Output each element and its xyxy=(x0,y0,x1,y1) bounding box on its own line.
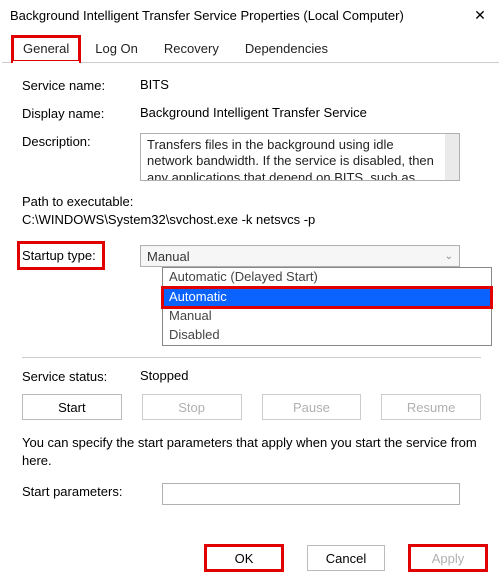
cancel-button[interactable]: Cancel xyxy=(307,545,385,571)
resume-button: Resume xyxy=(381,394,481,420)
divider xyxy=(22,357,481,358)
close-icon[interactable]: ✕ xyxy=(467,7,493,24)
titlebar: Background Intelligent Transfer Service … xyxy=(0,0,501,30)
service-name-label: Service name: xyxy=(22,77,140,93)
dialog-buttons: OK Cancel Apply xyxy=(205,545,487,571)
startup-current-value: Manual xyxy=(147,249,190,264)
dropdown-opt-manual[interactable]: Manual xyxy=(163,307,491,326)
tabs: General Log On Recovery Dependencies xyxy=(2,30,499,63)
tab-dependencies[interactable]: Dependencies xyxy=(234,36,339,62)
content-area: Service name: BITS Display name: Backgro… xyxy=(0,63,501,527)
apply-button[interactable]: Apply xyxy=(409,545,487,571)
startup-type-dropdown: Automatic (Delayed Start) Automatic Manu… xyxy=(162,267,492,346)
dropdown-opt-automatic[interactable]: Automatic xyxy=(163,288,491,307)
dropdown-opt-delayed[interactable]: Automatic (Delayed Start) xyxy=(163,268,491,287)
window-title: Background Intelligent Transfer Service … xyxy=(10,8,404,23)
start-button[interactable]: Start xyxy=(22,394,122,420)
chevron-down-icon: ⌄ xyxy=(445,251,453,262)
ok-button[interactable]: OK xyxy=(205,545,283,571)
service-status-label: Service status: xyxy=(22,368,140,384)
path-label: Path to executable: xyxy=(22,193,481,211)
startup-type-select[interactable]: Manual ⌄ xyxy=(140,245,460,267)
start-params-input[interactable] xyxy=(162,483,460,505)
description-label: Description: xyxy=(22,133,140,181)
tab-recovery[interactable]: Recovery xyxy=(153,36,230,62)
display-name-label: Display name: xyxy=(22,105,140,121)
display-name-value: Background Intelligent Transfer Service xyxy=(140,105,481,121)
start-params-hint: You can specify the start parameters tha… xyxy=(22,434,481,469)
tab-logon[interactable]: Log On xyxy=(84,36,149,62)
description-value: Transfers files in the background using … xyxy=(147,137,453,181)
start-params-label: Start parameters: xyxy=(22,483,162,505)
scrollbar[interactable] xyxy=(445,134,459,180)
service-name-value: BITS xyxy=(140,77,481,93)
stop-button: Stop xyxy=(142,394,242,420)
description-box: Transfers files in the background using … xyxy=(140,133,460,181)
path-value: C:\WINDOWS\System32\svchost.exe -k netsv… xyxy=(22,211,481,229)
service-status-value: Stopped xyxy=(140,368,481,384)
tab-general[interactable]: General xyxy=(12,36,80,62)
startup-type-label: Startup type: xyxy=(22,245,140,267)
pause-button: Pause xyxy=(262,394,362,420)
dropdown-opt-disabled[interactable]: Disabled xyxy=(163,326,491,345)
